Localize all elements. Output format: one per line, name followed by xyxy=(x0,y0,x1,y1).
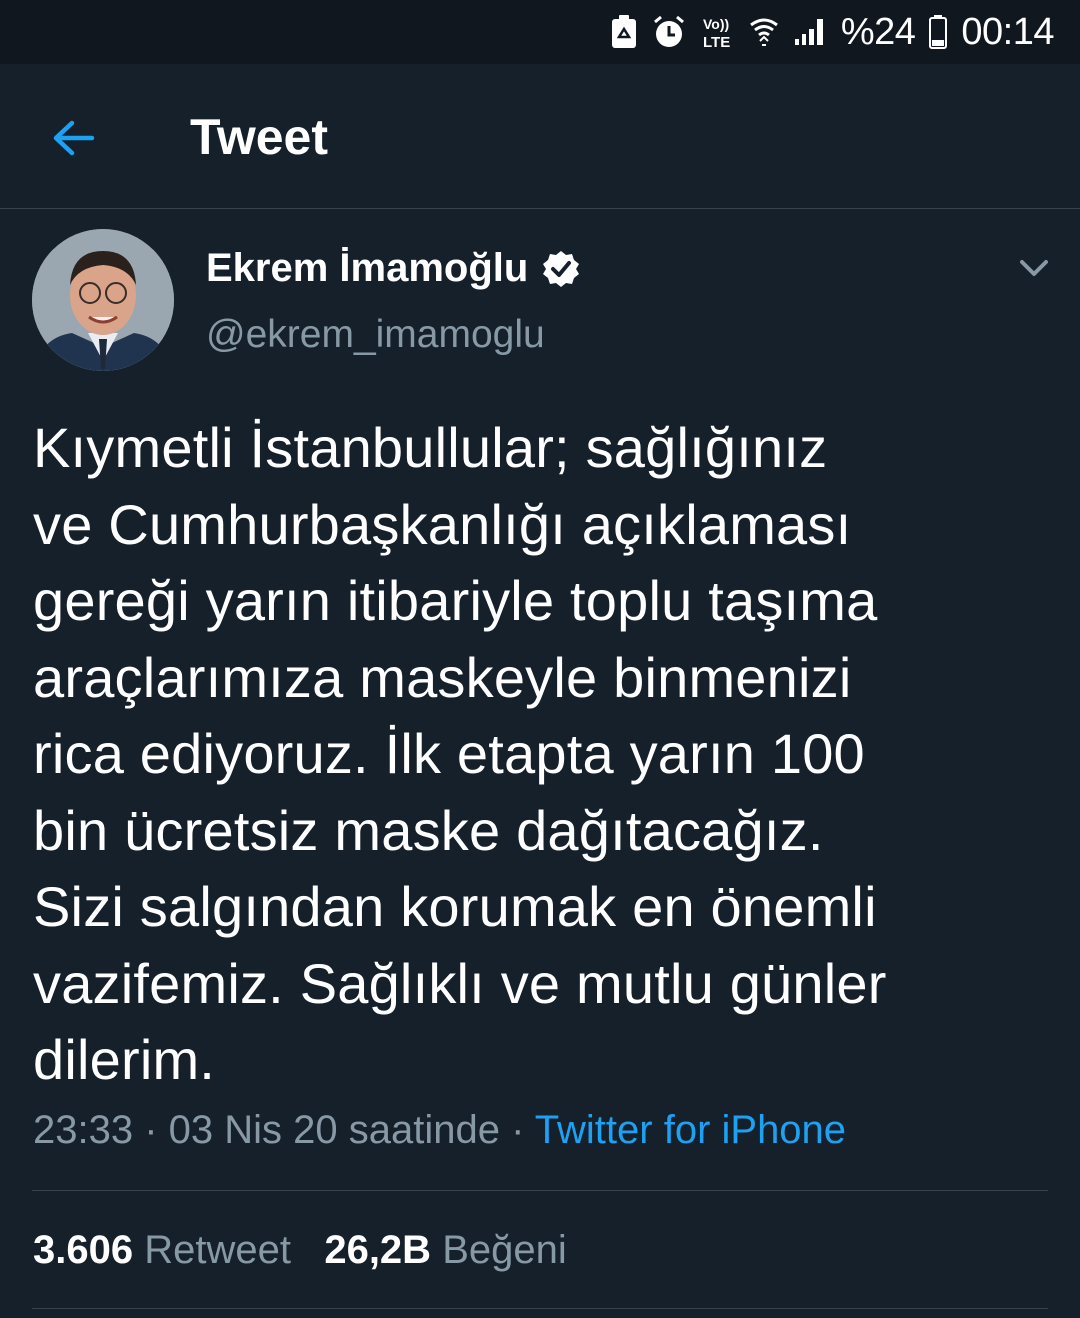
retweet-label: Retweet xyxy=(144,1228,291,1272)
tweet-options-button[interactable] xyxy=(1012,250,1056,286)
battery-icon xyxy=(929,15,948,49)
tweet-line: dilerim. xyxy=(33,1028,216,1091)
tweet-line: Kıymetli İstanbullular; sağlığınız xyxy=(33,416,828,479)
tweet-meta: 23:33 · 03 Nis 20 saatinde · Twitter for… xyxy=(33,1108,846,1153)
author-handle[interactable]: @ekrem_imamoglu xyxy=(206,313,545,357)
status-bar: Vo)) LTE %24 00:14 xyxy=(0,0,1080,64)
like-label: Beğeni xyxy=(442,1228,567,1272)
avatar[interactable] xyxy=(32,229,174,371)
tweet-text: Kıymetli İstanbullular; sağlığınız ve Cu… xyxy=(33,410,1043,1099)
author-name: Ekrem İmamoğlu xyxy=(206,246,529,290)
divider xyxy=(32,1308,1048,1309)
tweet-line: rica ediyoruz. İlk etapta yarın 100 xyxy=(33,722,865,785)
tweet-line: ve Cumhurbaşkanlığı açıklaması xyxy=(33,492,852,556)
arrow-left-icon xyxy=(53,120,95,156)
tweet-source-link[interactable]: Twitter for iPhone xyxy=(535,1108,846,1152)
volte-icon: Vo)) LTE xyxy=(701,14,735,50)
verified-badge-icon xyxy=(543,250,580,287)
page-title: Tweet xyxy=(190,109,328,165)
clock: 00:14 xyxy=(961,10,1054,53)
svg-text:Vo)): Vo)) xyxy=(703,16,729,32)
divider xyxy=(32,1190,1048,1191)
tweet-line: bin ücretsiz maske dağıtacağız. xyxy=(33,798,824,862)
alarm-icon xyxy=(651,14,687,50)
tweet-line: Sizi salgından korumak en önemli xyxy=(33,875,877,938)
wifi-icon xyxy=(749,15,779,49)
battery-percentage: %24 xyxy=(840,10,916,53)
signal-icon xyxy=(793,17,827,47)
svg-text:LTE: LTE xyxy=(703,34,730,50)
author-name-row[interactable]: Ekrem İmamoğlu xyxy=(206,246,580,291)
like-count: 26,2B xyxy=(324,1228,432,1272)
likes-stat[interactable]: 26,2B Beğeni xyxy=(324,1228,566,1272)
retweets-stat[interactable]: 3.606 Retweet xyxy=(33,1228,291,1272)
tweet-stats: 3.606 Retweet 26,2B Beğeni xyxy=(33,1228,567,1273)
status-icons: Vo)) LTE %24 00:14 xyxy=(611,11,1054,54)
app-header: Tweet xyxy=(0,64,1080,209)
retweet-count: 3.606 xyxy=(33,1228,134,1272)
tweet-timestamp: 23:33 · 03 Nis 20 saatinde · xyxy=(33,1108,535,1152)
tweet-line: gereği yarın itibariyle toplu taşıma xyxy=(33,569,878,632)
tweet-line: araçlarımıza maskeyle binmenizi xyxy=(33,645,852,709)
chevron-down-icon xyxy=(1020,260,1048,276)
back-button[interactable] xyxy=(50,114,98,162)
recycle-notification-icon xyxy=(611,15,637,49)
tweet-line: vazifemiz. Sağlıklı ve mutlu günler xyxy=(33,951,887,1015)
